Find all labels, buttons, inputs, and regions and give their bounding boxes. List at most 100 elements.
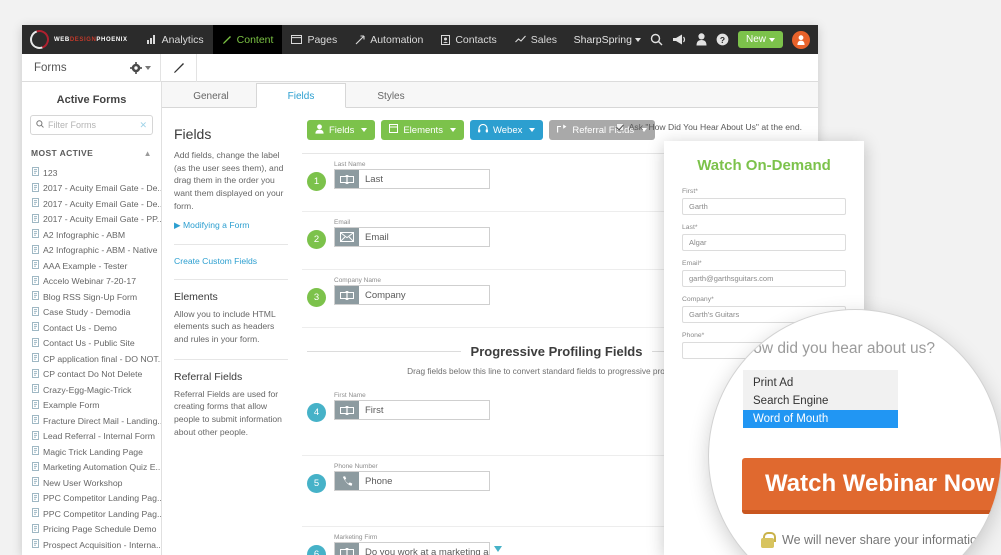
nav-item-pages[interactable]: Pages xyxy=(282,25,346,54)
sidebar-item-form-15[interactable]: Example Form xyxy=(22,398,161,414)
field-input[interactable]: Company xyxy=(334,285,490,305)
toolbar-button-elements[interactable]: Elements xyxy=(381,120,464,140)
sidebar-item-form-10[interactable]: Contact Us - Demo xyxy=(22,320,161,336)
preview-field-input[interactable]: garth@garthsguitars.com xyxy=(682,270,846,287)
field-input[interactable]: First xyxy=(334,400,490,420)
field-label: Phone Number xyxy=(334,463,378,470)
sidebar-item-form-7[interactable]: Accelo Webinar 7-20-17 xyxy=(22,274,161,290)
sidebar-item-form-14[interactable]: Crazy-Egg-Magic-Trick xyxy=(22,382,161,398)
tab-styles[interactable]: Styles xyxy=(346,83,436,108)
person-icon[interactable] xyxy=(696,33,707,46)
top-navigation-bar: WEBDESIGNPHOENIX Analytics Content Pages… xyxy=(22,25,818,54)
magnified-option[interactable]: Search Engine xyxy=(743,392,898,410)
sidebar-item-label: Case Study - Demodia xyxy=(43,307,131,318)
ask-how-did-you-hear-checkbox[interactable] xyxy=(615,123,624,131)
sidebar-item-form-0[interactable]: 123 xyxy=(22,165,161,181)
sidebar-item-form-6[interactable]: AAA Example - Tester xyxy=(22,258,161,274)
magnified-question-label: How did you hear about us? xyxy=(742,340,936,357)
search-icon[interactable] xyxy=(650,33,663,46)
nav-item-analytics[interactable]: Analytics xyxy=(138,25,213,54)
sidebar-item-form-17[interactable]: Lead Referral - Internal Form xyxy=(22,429,161,445)
sidebar-item-form-1[interactable]: 2017 - Acuity Email Gate - De... xyxy=(22,181,161,197)
link-modifying-a-form[interactable]: ▶ Modifying a Form xyxy=(174,220,288,231)
form-icon xyxy=(32,477,39,488)
sidebar-item-label: 2017 - Acuity Email Gate - PP... xyxy=(43,214,161,225)
info-heading-fields: Fields xyxy=(174,126,212,142)
clear-filter-icon[interactable]: ✕ xyxy=(139,120,147,131)
link-create-custom-fields[interactable]: Create Custom Fields xyxy=(174,256,288,266)
nav-item-content[interactable]: Content xyxy=(212,25,283,54)
sidebar-group-most-active[interactable]: MOST ACTIVE ▲ xyxy=(22,145,161,161)
settings-gear-button[interactable] xyxy=(120,54,160,82)
avatar-person-icon xyxy=(797,34,805,45)
new-button[interactable]: New xyxy=(737,31,783,48)
sidebar-item-form-24[interactable]: Prospect Acquisition - Interna... xyxy=(22,537,161,553)
magnified-option[interactable]: Word of Mouth xyxy=(743,410,898,428)
nav-item-sales[interactable]: Sales xyxy=(506,25,566,54)
sidebar-item-form-3[interactable]: 2017 - Acuity Email Gate - PP... xyxy=(22,212,161,228)
field-input[interactable]: Email xyxy=(334,227,490,247)
sidebar-item-form-9[interactable]: Case Study - Demodia xyxy=(22,305,161,321)
divider xyxy=(174,278,288,280)
screenshot-root: WEBDESIGNPHOENIX Analytics Content Pages… xyxy=(0,0,1001,555)
field-options-chevron-down-icon[interactable] xyxy=(490,546,506,552)
field-input[interactable]: Do you work at a marketing agency? xyxy=(334,542,490,555)
field-editor: Email Email xyxy=(334,219,490,247)
sidebar-item-form-20[interactable]: New User Workshop xyxy=(22,475,161,491)
nav-item-contacts[interactable]: Contacts xyxy=(432,25,505,54)
sidebar-item-label: New User Workshop xyxy=(43,477,123,488)
form-icon xyxy=(32,198,39,209)
account-switcher-label: SharpSpring xyxy=(573,33,632,46)
nav-item-automation[interactable]: Automation xyxy=(346,25,432,54)
megaphone-icon[interactable] xyxy=(672,33,687,46)
sidebar-item-form-18[interactable]: Magic Trick Landing Page xyxy=(22,444,161,460)
form-icon xyxy=(32,508,39,519)
field-label: Company Name xyxy=(334,277,381,284)
toolbar-button-label: Webex xyxy=(492,124,523,136)
magnified-select-list[interactable]: Print Ad Search Engine Word of Mouth xyxy=(743,370,898,428)
sidebar-item-form-23[interactable]: Pricing Page Schedule Demo xyxy=(22,522,161,538)
preview-field-input[interactable]: Algar xyxy=(682,234,846,251)
sidebar-item-form-22[interactable]: PPC Competitor Landing Pag... xyxy=(22,506,161,522)
sidebar-item-form-8[interactable]: Blog RSS Sign-Up Form xyxy=(22,289,161,305)
form-icon xyxy=(32,492,39,504)
wand-tool-button[interactable] xyxy=(160,53,196,82)
sidebar-item-form-19[interactable]: Marketing Automation Quiz E... xyxy=(22,460,161,476)
toolbar-button-fields[interactable]: Fields xyxy=(307,120,376,140)
sidebar-item-form-4[interactable]: A2 Infographic - ABM xyxy=(22,227,161,243)
field-input[interactable]: Phone xyxy=(334,471,490,491)
user-avatar[interactable] xyxy=(792,30,810,49)
sidebar-item-form-21[interactable]: PPC Competitor Landing Pag... xyxy=(22,491,161,507)
brand-logo[interactable]: WEBDESIGNPHOENIX xyxy=(26,26,128,53)
help-icon[interactable]: ? xyxy=(716,33,729,46)
sidebar-item-label: PPC Competitor Landing Pag... xyxy=(43,508,161,519)
privacy-note-text: We will never share your information. xyxy=(782,533,988,547)
toolbar-button-webex[interactable]: Webex xyxy=(469,120,544,140)
sidebar-item-form-2[interactable]: 2017 - Acuity Email Gate - De... xyxy=(22,196,161,212)
sidebar-item-form-12[interactable]: CP application final - DO NOT... xyxy=(22,351,161,367)
form-icon xyxy=(32,182,39,194)
field-input[interactable]: Last xyxy=(334,169,490,189)
sidebar-item-label: Magic Trick Landing Page xyxy=(43,446,143,457)
sidebar-item-form-13[interactable]: CP contact Do Not Delete xyxy=(22,367,161,383)
field-order-badge: 2 xyxy=(307,230,326,249)
tab-general[interactable]: General xyxy=(166,83,256,108)
nav-label-contacts: Contacts xyxy=(455,33,497,46)
tab-fields[interactable]: Fields xyxy=(256,83,346,108)
magnified-option[interactable]: Print Ad xyxy=(743,374,898,392)
preview-field-input[interactable]: Garth xyxy=(682,198,846,215)
chevron-down-icon xyxy=(529,128,536,132)
account-switcher[interactable]: SharpSpring xyxy=(574,34,641,46)
field-editor: Company Name Company xyxy=(334,277,490,305)
field-order-badge: 4 xyxy=(307,403,326,422)
toolbar-button-label: Elements xyxy=(403,124,443,136)
chevron-down-icon xyxy=(634,37,641,42)
watch-webinar-now-button[interactable]: Watch Webinar Now xyxy=(742,458,1001,514)
sidebar-item-form-5[interactable]: A2 Infographic - ABM - Native xyxy=(22,243,161,259)
ask-how-did-you-hear-label: Ask "How Did You Hear About Us" at the e… xyxy=(628,122,802,132)
ask-how-did-you-hear-row[interactable]: Ask "How Did You Hear About Us" at the e… xyxy=(615,122,802,132)
filter-forms-input[interactable]: Filter Forms ✕ xyxy=(30,115,153,135)
sidebar-item-label: 2017 - Acuity Email Gate - De... xyxy=(43,183,161,194)
sidebar-item-form-11[interactable]: Contact Us - Public Site xyxy=(22,336,161,352)
sidebar-item-form-16[interactable]: Fracture Direct Mail - Landing... xyxy=(22,413,161,429)
